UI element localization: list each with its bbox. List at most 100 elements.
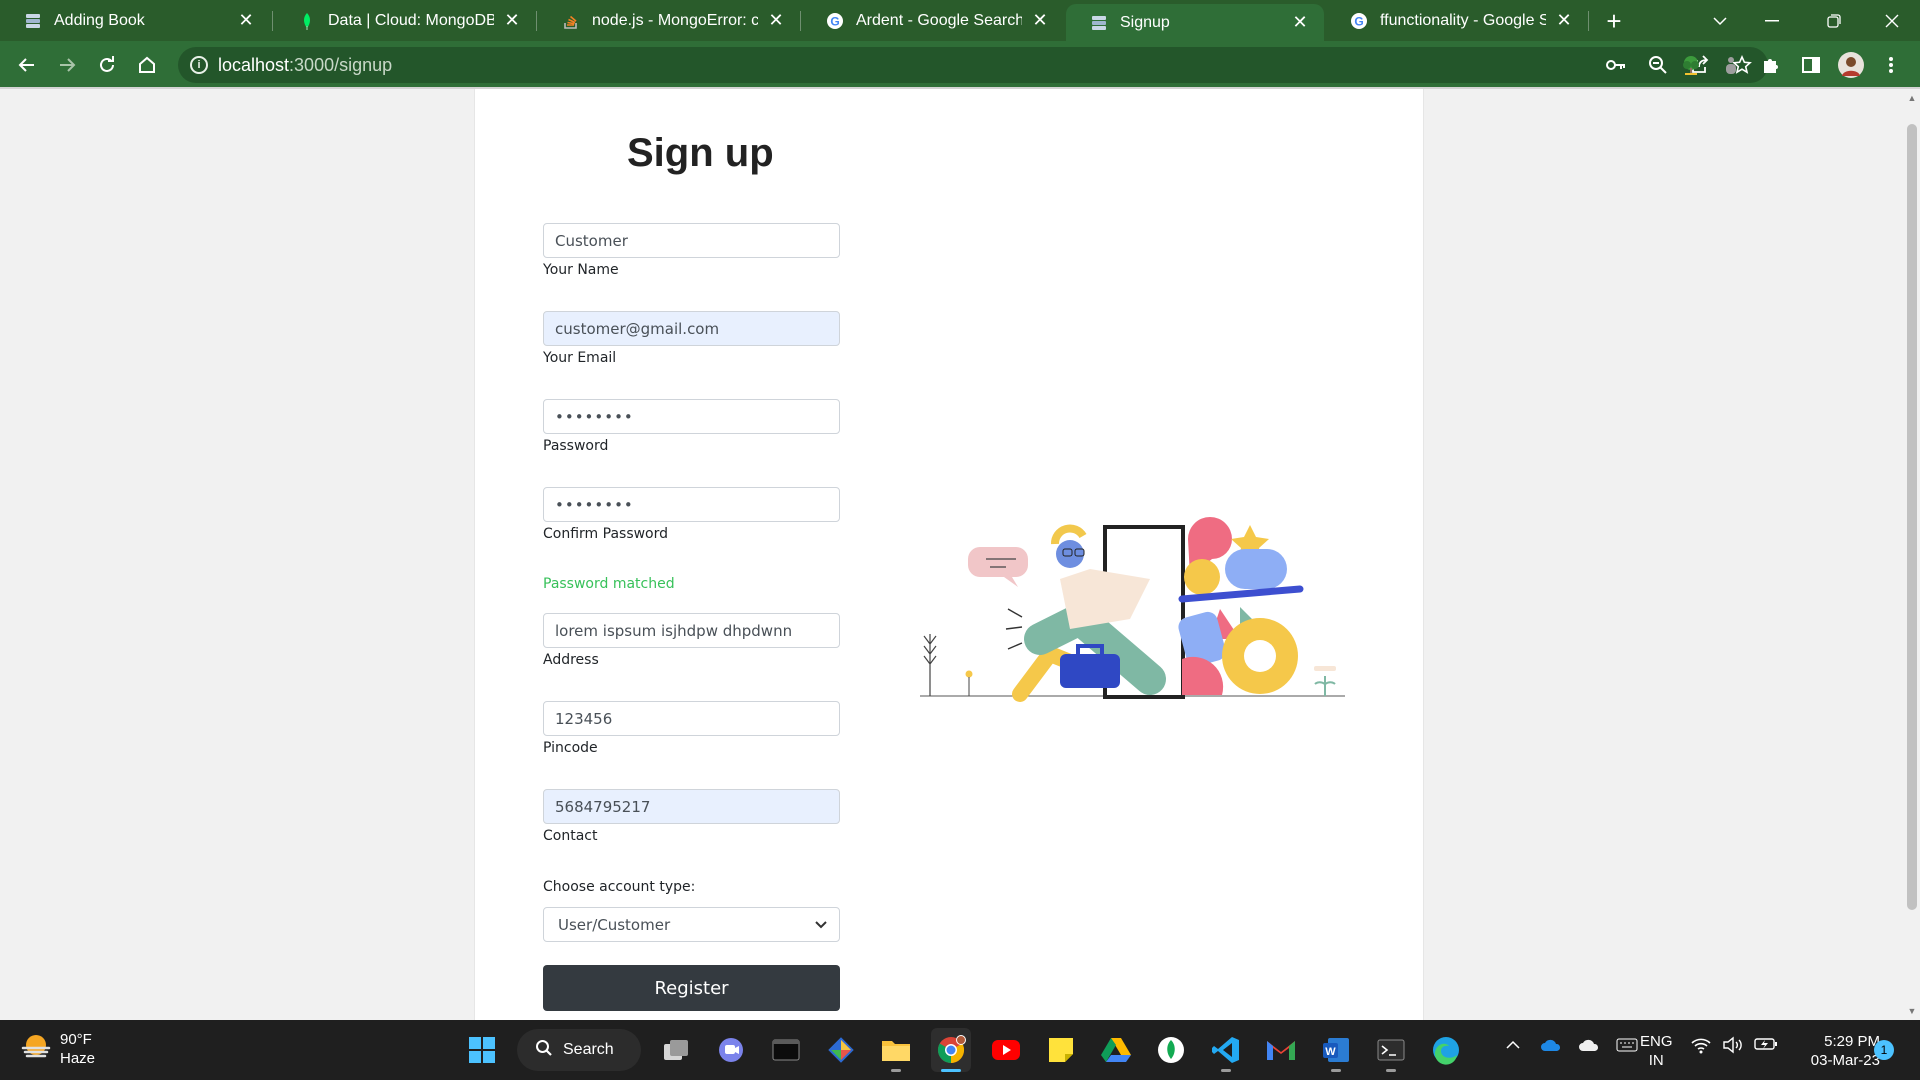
close-window-button[interactable] <box>1864 0 1920 41</box>
back-button[interactable] <box>11 49 43 81</box>
file-explorer-icon[interactable] <box>876 1028 916 1072</box>
tab-stackoverflow[interactable]: node.js - MongoError: conn ✕ <box>538 0 800 41</box>
taskbar-search-label: Search <box>563 1041 614 1058</box>
tab-title: ffunctionality - Google Sear <box>1380 11 1546 29</box>
language-code: ENG <box>1640 1033 1673 1050</box>
youtube-app-icon[interactable] <box>986 1028 1026 1072</box>
name-input[interactable] <box>543 223 840 258</box>
profile-extension-icon[interactable] <box>1714 49 1748 81</box>
account-type-select[interactable]: User/Customer <box>543 907 840 942</box>
pincode-label: Pincode <box>543 740 598 756</box>
reload-button[interactable] <box>91 49 123 81</box>
chevron-up-icon[interactable] <box>1502 1034 1524 1056</box>
confirm-password-input[interactable] <box>543 487 840 522</box>
tree-extension-icon[interactable] <box>1674 49 1708 81</box>
teams-chat-icon[interactable] <box>711 1028 751 1072</box>
contact-input[interactable] <box>543 789 840 824</box>
close-icon[interactable]: ✕ <box>766 10 786 31</box>
running-indicator <box>891 1069 901 1072</box>
task-view-icon[interactable] <box>656 1028 696 1072</box>
page-title: Sign up <box>627 131 774 175</box>
cloud-icon[interactable] <box>1578 1034 1600 1056</box>
tab-functionality-search[interactable]: G ffunctionality - Google Sear ✕ <box>1326 0 1588 41</box>
git-app-icon[interactable] <box>821 1028 861 1072</box>
side-panel-icon[interactable] <box>1794 49 1828 81</box>
password-input[interactable] <box>543 399 840 434</box>
tab-separator <box>272 11 273 31</box>
start-button[interactable] <box>462 1028 502 1072</box>
scrollbar-thumb[interactable] <box>1907 124 1917 910</box>
sticky-notes-icon[interactable] <box>1041 1028 1081 1072</box>
close-icon[interactable]: ✕ <box>1030 10 1050 31</box>
email-input[interactable] <box>543 311 840 346</box>
tab-title: Data | Cloud: MongoDB Clo <box>328 11 494 29</box>
terminal-app-icon[interactable] <box>766 1028 806 1072</box>
tab-ardent-search[interactable]: G Ardent - Google Search ✕ <box>802 0 1064 41</box>
onedrive-icon[interactable] <box>1540 1034 1562 1056</box>
tab-mongodb[interactable]: Data | Cloud: MongoDB Clo ✕ <box>274 0 536 41</box>
address-label: Address <box>543 652 599 668</box>
haze-sun-icon <box>20 1032 52 1067</box>
chrome-app-icon[interactable] <box>931 1028 971 1072</box>
quick-settings[interactable] <box>1690 1036 1778 1059</box>
avatar[interactable] <box>1834 49 1868 81</box>
site-info-icon[interactable]: i <box>190 56 208 74</box>
zoom-icon[interactable] <box>1646 53 1670 77</box>
tab-separator <box>1588 11 1589 31</box>
terminal-cmd-icon[interactable] <box>1371 1028 1411 1072</box>
vscode-app-icon[interactable] <box>1206 1028 1246 1072</box>
word-app-icon[interactable]: W <box>1316 1028 1356 1072</box>
mongodb-compass-icon[interactable] <box>1151 1028 1191 1072</box>
language-indicator[interactable]: ENG IN <box>1640 1032 1673 1070</box>
menu-kebab-icon[interactable] <box>1874 49 1908 81</box>
taskbar-search[interactable]: Search <box>517 1029 641 1071</box>
notification-badge[interactable]: 1 <box>1874 1040 1894 1060</box>
gmail-app-icon[interactable] <box>1261 1028 1301 1072</box>
close-icon[interactable]: ✕ <box>236 10 256 31</box>
home-button[interactable] <box>131 49 163 81</box>
password-label: Password <box>543 438 609 454</box>
minimize-button[interactable] <box>1744 0 1800 41</box>
google-drive-icon[interactable] <box>1096 1028 1136 1072</box>
battery-icon <box>1754 1036 1778 1059</box>
pincode-input[interactable] <box>543 701 840 736</box>
page-viewport: Sign up Your Name Your Email Password Co… <box>0 89 1920 1020</box>
close-icon[interactable]: ✕ <box>1290 12 1310 33</box>
tab-strip: Adding Book ✕ Data | Cloud: MongoDB Clo … <box>0 0 1920 41</box>
tab-adding-book[interactable]: Adding Book ✕ <box>0 0 270 41</box>
system-clock[interactable]: 5:29 PM 03-Mar-23 <box>1790 1032 1880 1070</box>
address-input[interactable] <box>543 613 840 648</box>
url-text[interactable]: localhost:3000/signup <box>218 55 392 76</box>
address-field: Address <box>543 613 840 668</box>
keyboard-icon[interactable] <box>1616 1034 1638 1056</box>
register-button[interactable]: Register <box>543 965 840 1011</box>
puzzle-extensions-icon[interactable] <box>1754 49 1788 81</box>
running-indicator <box>1221 1069 1231 1072</box>
tab-title: node.js - MongoError: conn <box>592 11 758 29</box>
scroll-down-arrow-icon[interactable]: ▼ <box>1907 1006 1917 1016</box>
edge-app-icon[interactable] <box>1426 1028 1466 1072</box>
tab-separator <box>800 11 801 31</box>
confirm-password-label: Confirm Password <box>543 526 669 542</box>
running-indicator <box>1331 1069 1341 1072</box>
contact-label: Contact <box>543 828 598 844</box>
new-tab-button[interactable]: + <box>1598 5 1630 37</box>
close-icon[interactable]: ✕ <box>502 10 522 31</box>
google-icon: G <box>826 12 844 30</box>
taskbar-apps: Search W <box>462 1028 1466 1072</box>
forward-button[interactable] <box>51 49 83 81</box>
key-icon[interactable] <box>1604 53 1628 77</box>
close-icon[interactable]: ✕ <box>1554 10 1574 31</box>
tab-signup[interactable]: Signup ✕ <box>1066 4 1324 41</box>
svg-text:G: G <box>830 14 839 28</box>
address-bar[interactable]: i localhost:3000/signup <box>178 47 1768 83</box>
tab-search-chevron-icon[interactable] <box>1692 0 1748 41</box>
page-scrollbar[interactable]: ▲ ▼ <box>1904 89 1920 1020</box>
restore-button[interactable] <box>1806 0 1862 41</box>
weather-widget[interactable]: 90°F Haze <box>20 1030 95 1068</box>
url-path: :3000/signup <box>289 55 393 75</box>
running-indicator <box>941 1069 961 1072</box>
scroll-up-arrow-icon[interactable]: ▲ <box>1907 93 1917 103</box>
browser-toolbar: i localhost:3000/signup <box>0 41 1920 89</box>
confirm-password-field: Confirm Password <box>543 487 840 542</box>
